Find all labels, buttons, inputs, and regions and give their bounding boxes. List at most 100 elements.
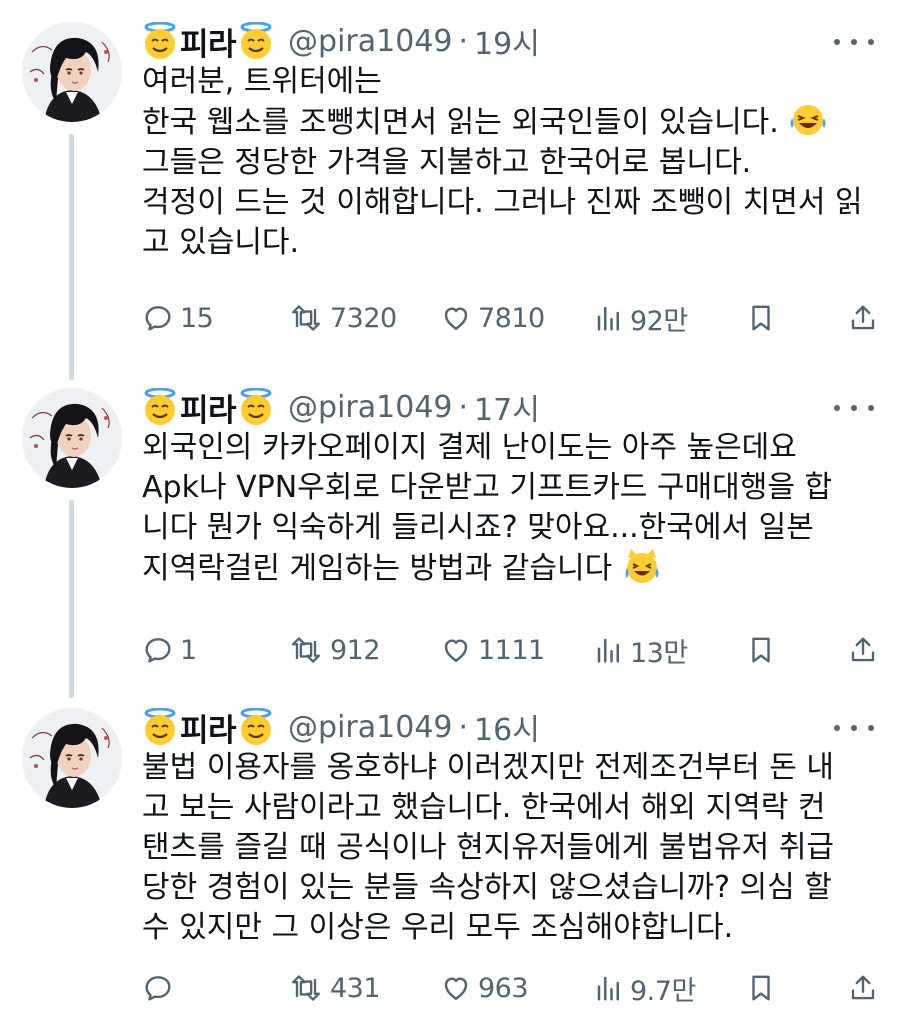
- views-button[interactable]: 9.7만: [594, 966, 696, 1010]
- heart-icon: [440, 972, 478, 1004]
- repost-button[interactable]: 7320: [288, 296, 397, 340]
- display-name[interactable]: 피라: [180, 385, 237, 430]
- views-chart-icon: [594, 303, 630, 333]
- heart-icon: [440, 302, 478, 334]
- tweet-text-line: 지역락걸린 게임하는 방법과 같습니다: [142, 548, 872, 589]
- dot-icon: [851, 405, 857, 411]
- repost-button[interactable]: 431: [288, 966, 381, 1010]
- avatar[interactable]: [22, 708, 122, 808]
- tweet-header: 피라 @pira1049 · 17시: [142, 384, 540, 430]
- tweet-text: 불법 이용자를 옹호하냐 이러겠지만 전제조건부터 돈 내고 보는 사람이라고 …: [142, 748, 872, 948]
- reply-button[interactable]: 15: [142, 296, 214, 340]
- halo-smile-emoji: [142, 21, 178, 60]
- views-count: 9.7만: [630, 975, 696, 1007]
- user-handle[interactable]: @pira1049: [288, 390, 452, 425]
- dot-icon: [868, 405, 874, 411]
- repost-button[interactable]: 912: [288, 628, 381, 672]
- reply-button[interactable]: [142, 966, 180, 1010]
- avatar[interactable]: [22, 22, 122, 122]
- likes-count: 7810: [478, 302, 545, 334]
- repost-icon: [288, 302, 330, 334]
- share-button[interactable]: [848, 628, 884, 672]
- reposts-count: 431: [330, 972, 381, 1004]
- tweet-header: 피라 @pira1049 · 16시: [142, 704, 540, 750]
- more-options-button[interactable]: [834, 398, 874, 418]
- bookmark-button[interactable]: [746, 966, 782, 1010]
- tweet-text: 외국인의 카카오페이지 결제 난이도는 아주 높은데요 Apk나 VPN우회로 다…: [142, 428, 872, 589]
- replies-count: 1: [180, 634, 197, 666]
- halo-smile-emoji: [238, 387, 274, 426]
- tweet-text-line: 외국인의 카카오페이지 결제 난이도는 아주 높은데요: [142, 430, 797, 465]
- avatar[interactable]: [22, 388, 122, 488]
- share-icon: [848, 634, 884, 666]
- views-chart-icon: [594, 635, 630, 665]
- dot-icon: [851, 725, 857, 731]
- tweet[interactable]: 피라 @pira1049 · 19시 여러분, 트위터에는 한국 웹소를 조뺑치면서 읽는…: [0, 0, 900, 360]
- timestamp[interactable]: 16시: [474, 705, 540, 749]
- action-bar: 431 963 9.7만: [142, 966, 882, 1010]
- reposts-count: 7320: [330, 302, 397, 334]
- reply-button[interactable]: 1: [142, 628, 197, 672]
- views-count: 13만: [630, 637, 688, 669]
- views-button[interactable]: 92만: [594, 296, 688, 340]
- halo-smile-emoji: [238, 21, 274, 60]
- user-handle[interactable]: @pira1049: [288, 24, 452, 59]
- like-button[interactable]: 7810: [440, 296, 545, 340]
- repost-icon: [288, 972, 330, 1004]
- cat-tears-of-joy-emoji: [622, 548, 662, 584]
- tweet-text-line: 수 있지만 그 이상은 우리 모두 조심해야합니다.: [142, 910, 734, 945]
- tweet-text-line: 탠츠를 즐길 때 공식이나 현지유저들에게 불법유저 취급: [142, 830, 835, 865]
- like-button[interactable]: 1111: [440, 628, 545, 672]
- replies-count: 15: [180, 302, 214, 334]
- dot-icon: [834, 39, 840, 45]
- tweet-text-line: 걱정이 드는 것 이해합니다. 그러나 진짜 조뺑이 치면서 읽: [142, 185, 863, 220]
- bookmark-button[interactable]: [746, 628, 782, 672]
- tweet-text-line: 고 보는 사람이라고 했습니다. 한국에서 해외 지역락 컨: [142, 790, 826, 825]
- action-bar: 15 7320 7810 92만: [142, 296, 882, 340]
- separator-dot: ·: [458, 709, 469, 745]
- user-handle[interactable]: @pira1049: [288, 710, 452, 745]
- more-options-button[interactable]: [834, 718, 874, 738]
- tweet-text: 여러분, 트위터에는 한국 웹소를 조뺑치면서 읽는 외국인들이 있습니다. 그들…: [142, 62, 872, 263]
- views-count: 92만: [630, 305, 688, 337]
- share-button[interactable]: [848, 296, 884, 340]
- separator-dot: ·: [458, 23, 469, 59]
- share-icon: [848, 972, 884, 1004]
- more-options-button[interactable]: [834, 32, 874, 52]
- like-button[interactable]: 963: [440, 966, 529, 1010]
- views-chart-icon: [594, 973, 630, 1003]
- tweet-text-line: 니다 뭔가 익숙하게 들리시죠? 맞아요...한국에서 일본: [142, 510, 814, 545]
- repost-icon: [288, 634, 330, 666]
- display-name[interactable]: 피라: [180, 705, 237, 750]
- bookmark-icon: [746, 634, 782, 666]
- tweet-text-line: 한국 웹소를 조뺑치면서 읽는 외국인들이 있습니다.: [142, 102, 872, 143]
- halo-smile-emoji: [142, 387, 178, 426]
- share-button[interactable]: [848, 966, 884, 1010]
- heart-icon: [440, 634, 478, 666]
- tweet[interactable]: 피라 @pira1049 · 16시 불법 이용자를 옹호하냐 이러겠지만 전제조건부터…: [0, 686, 900, 1032]
- timestamp[interactable]: 17시: [474, 385, 540, 429]
- likes-count: 963: [478, 972, 529, 1004]
- separator-dot: ·: [458, 389, 469, 425]
- views-button[interactable]: 13만: [594, 628, 688, 672]
- tears-of-joy-emoji: [788, 102, 828, 138]
- bookmark-icon: [746, 972, 782, 1004]
- action-bar: 1 912 1111 13만: [142, 628, 882, 672]
- tweet-text-line: 불법 이용자를 옹호하냐 이러겠지만 전제조건부터 돈 내: [142, 750, 835, 785]
- tweet[interactable]: 피라 @pira1049 · 17시 외국인의 카카오페이지 결제 난이도는 아주 높은…: [0, 366, 900, 686]
- tweet-text-line: Apk나 VPN우회로 다운받고 기프트카드 구매대행을 합: [142, 470, 833, 505]
- dot-icon: [834, 725, 840, 731]
- dot-icon: [868, 725, 874, 731]
- reposts-count: 912: [330, 634, 381, 666]
- dot-icon: [834, 405, 840, 411]
- halo-smile-emoji: [142, 707, 178, 746]
- dot-icon: [868, 39, 874, 45]
- tweet-header: 피라 @pira1049 · 19시: [142, 18, 540, 64]
- tweet-text-line: 당한 경험이 있는 분들 속상하지 않으셨습니까? 의심 할: [142, 870, 832, 905]
- display-name[interactable]: 피라: [180, 19, 237, 64]
- timestamp[interactable]: 19시: [474, 19, 540, 63]
- bookmark-button[interactable]: [746, 296, 782, 340]
- share-icon: [848, 302, 884, 334]
- tweet-text-line: 여러분, 트위터에는: [142, 64, 382, 99]
- tweet-text-line: 그들은 정당한 가격을 지불하고 한국어로 봅니다.: [142, 145, 752, 180]
